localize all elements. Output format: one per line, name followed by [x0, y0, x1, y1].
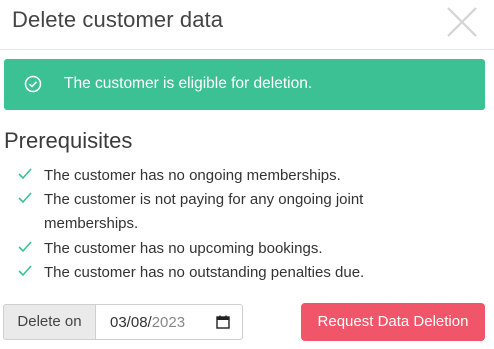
checkmark-icon — [18, 240, 32, 253]
modal-header: Delete customer data — [0, 0, 494, 50]
list-item-text: The customer has no ongoing memberships. — [44, 164, 444, 188]
list-item-text: The customer is not paying for any ongoi… — [44, 188, 444, 236]
check-circle-icon — [24, 75, 42, 93]
prerequisites-heading: Prerequisites — [4, 128, 133, 153]
list-item-line: The customer has no ongoing memberships. — [44, 167, 341, 184]
list-item-line: The customer has no outstanding penaltie… — [44, 264, 365, 281]
delete-date-input[interactable]: 03/08/2023 — [95, 304, 243, 340]
close-icon[interactable] — [444, 4, 480, 40]
request-data-deletion-button[interactable]: Request Data Deletion — [301, 303, 485, 341]
list-item-line: The customer is not paying for any ongoi… — [44, 191, 364, 208]
date-month-day: 03/08/ — [110, 314, 152, 331]
checkmark-icon — [18, 191, 32, 204]
checkmark-icon — [18, 264, 32, 277]
delete-customer-modal: Delete customer data The customer is eli… — [0, 0, 494, 349]
alert-message: The customer is eligible for deletion. — [64, 75, 313, 92]
list-item-text: The customer has no outstanding penaltie… — [44, 261, 444, 285]
calendar-icon[interactable] — [216, 315, 230, 329]
list-item-text: The customer has no upcoming bookings. — [44, 237, 444, 261]
checkmark-icon — [18, 167, 32, 180]
list-item-line: The customer has no upcoming bookings. — [44, 240, 323, 257]
list-item-line: memberships. — [44, 215, 139, 232]
delete-on-label: Delete on — [3, 304, 95, 340]
date-year: 2023 — [151, 314, 186, 331]
date-value: 03/08/2023 — [110, 314, 185, 331]
delete-date-group: Delete on 03/08/2023 — [3, 304, 243, 340]
modal-title: Delete customer data — [12, 7, 224, 32]
eligibility-alert: The customer is eligible for deletion. — [4, 59, 485, 110]
